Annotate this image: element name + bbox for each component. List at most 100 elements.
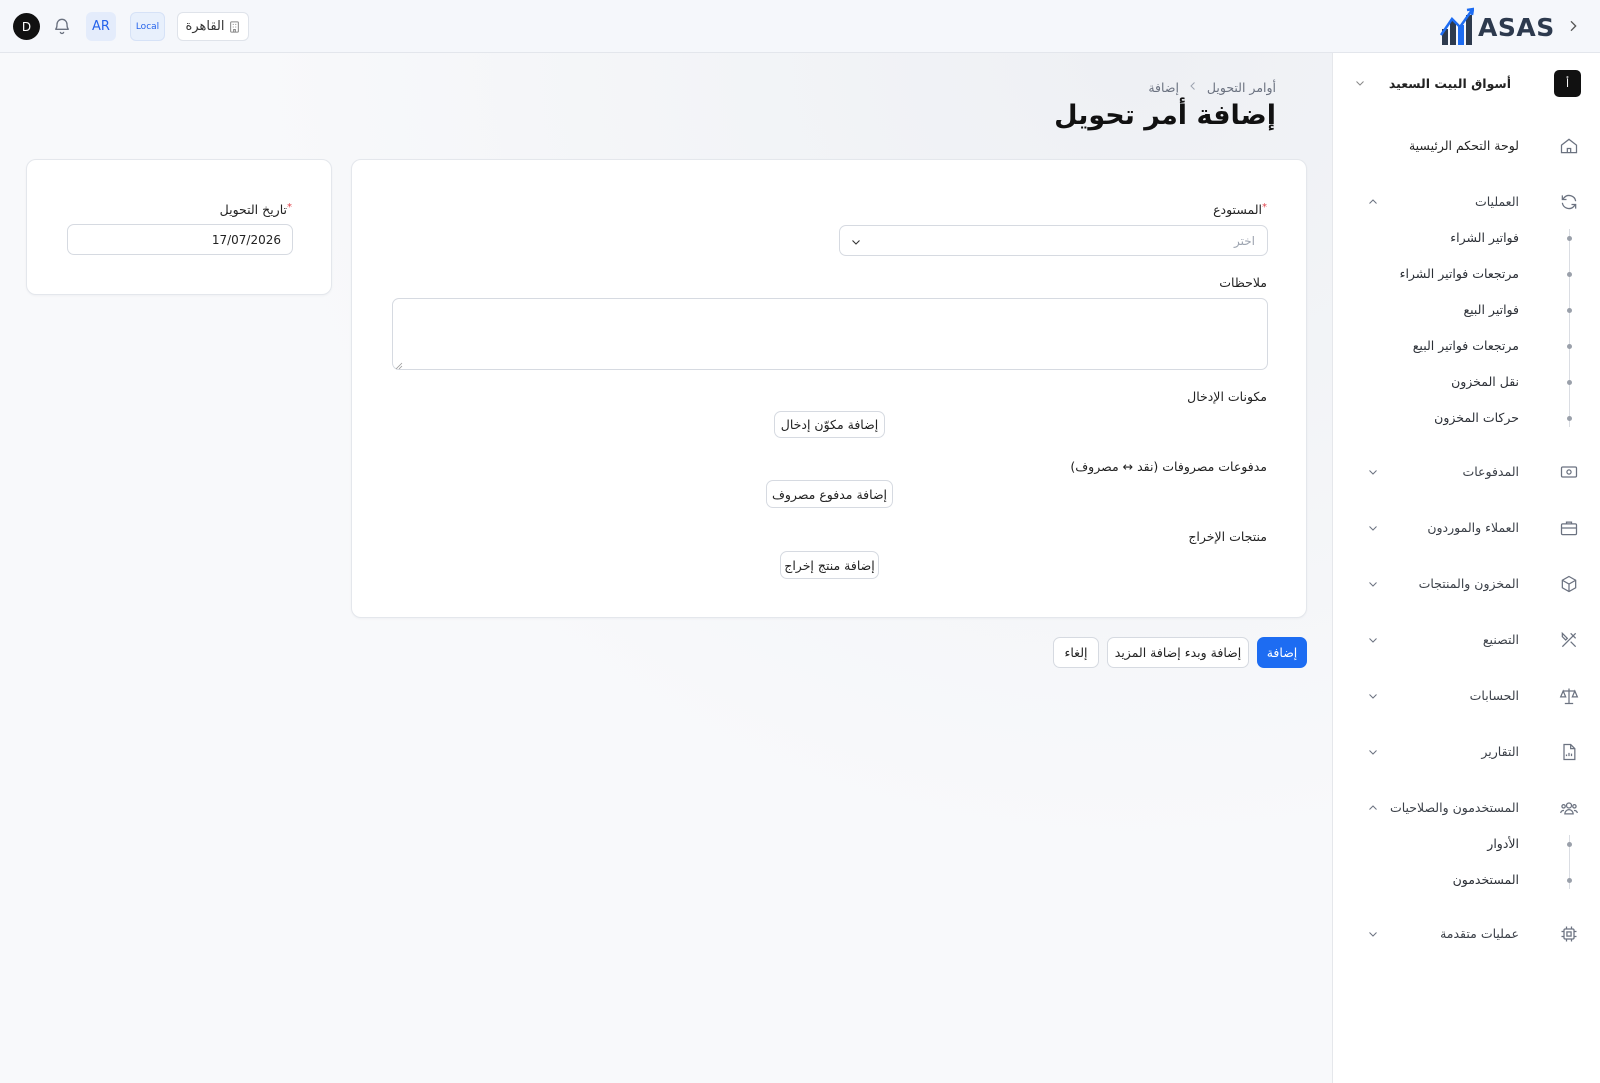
chevron-down-icon — [850, 236, 862, 248]
bullet-dot — [1567, 308, 1572, 313]
sidebar-item-manufacturing[interactable]: التصنيع — [1333, 625, 1600, 655]
sidebar-item-customers-suppliers[interactable]: العملاء والموردون — [1333, 513, 1600, 543]
add-expense-payment-button[interactable]: إضافة مدفوع مصروف — [766, 480, 893, 508]
home-icon — [1559, 136, 1579, 156]
bullet-dot — [1567, 272, 1572, 277]
chevron-down-icon — [1354, 77, 1368, 91]
sidebar-subitem-sales-invoices[interactable]: فواتير البيع — [1333, 298, 1600, 322]
bullet-dot — [1567, 344, 1572, 349]
bullet-dot — [1567, 380, 1572, 385]
chevron-down-icon — [1367, 690, 1379, 702]
sidebar-subitem-label: فواتير الشراء — [1450, 230, 1519, 245]
sidebar-item-advanced-operations[interactable]: عمليات متقدمة — [1333, 919, 1600, 949]
sidebar-item-reports[interactable]: التقارير — [1333, 737, 1600, 767]
sidebar-item-payments[interactable]: المدفوعات — [1333, 457, 1600, 487]
submenu-line — [1569, 229, 1570, 427]
branch-name: القاهرة — [185, 19, 225, 34]
sidebar-subitem-purchase-invoices[interactable]: فواتير الشراء — [1333, 226, 1600, 250]
sidebar-subitem-stock-transfer[interactable]: نقل المخزون — [1333, 370, 1600, 394]
bullet-dot — [1567, 416, 1572, 421]
sidebar-item-dashboard[interactable]: لوحة التحكم الرئيسية — [1333, 131, 1600, 161]
transfer-date-label: تاريخ التحويل* — [219, 202, 292, 217]
sidebar-subitem-label: مرتجعات فواتير البيع — [1412, 338, 1519, 353]
transfer-form-card: المستودع* اختر ملاحظات مكونات الإدخال إض… — [351, 159, 1307, 618]
chevron-right-icon[interactable] — [1562, 15, 1584, 37]
sidebar-item-label: المدفوعات — [1462, 464, 1519, 479]
chevron-down-icon — [1367, 466, 1379, 478]
box-icon — [1559, 574, 1579, 594]
add-output-product-button[interactable]: إضافة منتج إخراج — [780, 551, 879, 579]
branch-selector-button[interactable]: القاهرة — [177, 12, 249, 41]
sidebar-item-label: التصنيع — [1482, 632, 1519, 647]
refresh-icon — [1559, 192, 1579, 212]
user-avatar[interactable]: D — [13, 13, 40, 40]
sidebar-subitem-label: المستخدمون — [1452, 872, 1519, 887]
chevron-up-icon — [1367, 802, 1379, 814]
chevron-down-icon — [1367, 634, 1379, 646]
cancel-button[interactable]: إلغاء — [1053, 637, 1099, 668]
brand-logo[interactable]: ASAS — [1440, 6, 1555, 48]
add-input-component-button[interactable]: إضافة مكوّن إدخال — [774, 411, 885, 438]
sidebar-subitem-roles[interactable]: الأدوار — [1333, 832, 1600, 856]
sidebar-item-label: المستخدمون والصلاحيات — [1389, 800, 1519, 815]
chevron-up-icon — [1367, 196, 1379, 208]
sidebar-subitem-purchase-returns[interactable]: مرتجعات فواتير الشراء — [1333, 262, 1600, 286]
chevron-down-icon — [1367, 746, 1379, 758]
transfer-date-card: تاريخ التحويل* 17/07/2026 — [26, 159, 332, 295]
report-file-icon — [1559, 742, 1579, 762]
notes-textarea[interactable] — [392, 298, 1268, 370]
chevron-down-icon — [1367, 522, 1379, 534]
sidebar-subitem-sales-returns[interactable]: مرتجعات فواتير البيع — [1333, 334, 1600, 358]
resize-grip-icon[interactable] — [395, 359, 403, 370]
sidebar-item-users-permissions[interactable]: المستخدمون والصلاحيات — [1333, 793, 1600, 823]
add-button[interactable]: إضافة — [1257, 637, 1307, 668]
top-bar: ASAS D AR Local القاهرة — [0, 0, 1600, 53]
add-and-continue-button[interactable]: إضافة وبدء إضافة المزيد — [1107, 637, 1249, 668]
breadcrumb-parent-link[interactable]: أوامر التحويل — [1207, 80, 1276, 95]
sidebar-item-inventory-products[interactable]: المخزون والمنتجات — [1333, 569, 1600, 599]
sidebar-subitem-stock-movements[interactable]: حركات المخزون — [1333, 406, 1600, 430]
sidebar-subitem-label: حركات المخزون — [1434, 410, 1519, 425]
sidebar-item-accounts[interactable]: الحسابات — [1333, 681, 1600, 711]
building-icon — [230, 20, 240, 33]
sidebar-subitem-users[interactable]: المستخدمون — [1333, 868, 1600, 892]
sidebar-item-label: المخزون والمنتجات — [1418, 576, 1519, 591]
briefcase-icon — [1559, 518, 1579, 538]
language-toggle-button[interactable]: AR — [86, 12, 116, 41]
output-products-label: منتجات الإخراج — [1188, 529, 1267, 544]
scale-icon — [1559, 686, 1579, 706]
sidebar-item-label: عمليات متقدمة — [1440, 926, 1519, 941]
company-switcher[interactable]: أ أسواق البيت السعيد — [1333, 69, 1600, 99]
bullet-dot — [1567, 842, 1572, 847]
cash-icon — [1559, 462, 1579, 482]
company-logo: أ — [1554, 70, 1581, 97]
warehouse-label: المستودع* — [1213, 202, 1267, 217]
chevron-left-icon — [1187, 80, 1199, 95]
sidebar-item-label: لوحة التحكم الرئيسية — [1408, 138, 1519, 153]
users-icon — [1559, 798, 1579, 818]
sidebar-item-label: الحسابات — [1469, 688, 1519, 703]
sidebar-subitem-label: نقل المخزون — [1451, 374, 1519, 389]
chevron-down-icon — [1367, 578, 1379, 590]
expense-payments-label: مدفوعات مصروفات (نقد ↔ مصروف) — [1070, 459, 1267, 474]
chevron-down-icon — [1367, 928, 1379, 940]
sidebar-subitem-label: الأدوار — [1487, 836, 1519, 851]
required-marker: * — [287, 202, 292, 213]
sidebar-item-operations[interactable]: العمليات — [1333, 187, 1600, 217]
sidebar-item-label: العملاء والموردون — [1427, 520, 1519, 535]
tools-icon — [1559, 630, 1579, 650]
breadcrumb-current: إضافة — [1148, 80, 1179, 95]
warehouse-select[interactable]: اختر — [839, 225, 1268, 256]
warehouse-placeholder: اختر — [1234, 234, 1255, 248]
sidebar-subitem-label: فواتير البيع — [1463, 302, 1519, 317]
transfer-date-value: 17/07/2026 — [211, 233, 281, 247]
company-name: أسواق البيت السعيد — [1388, 76, 1511, 91]
chip-icon — [1559, 924, 1579, 944]
notes-label: ملاحظات — [1219, 275, 1267, 290]
bullet-dot — [1567, 236, 1572, 241]
page-title: إضافة أمر تحويل — [1054, 100, 1276, 131]
required-marker: * — [1262, 202, 1267, 213]
brand-name: ASAS — [1478, 12, 1555, 42]
transfer-date-input[interactable]: 17/07/2026 — [67, 224, 293, 255]
bell-icon[interactable] — [52, 16, 74, 38]
